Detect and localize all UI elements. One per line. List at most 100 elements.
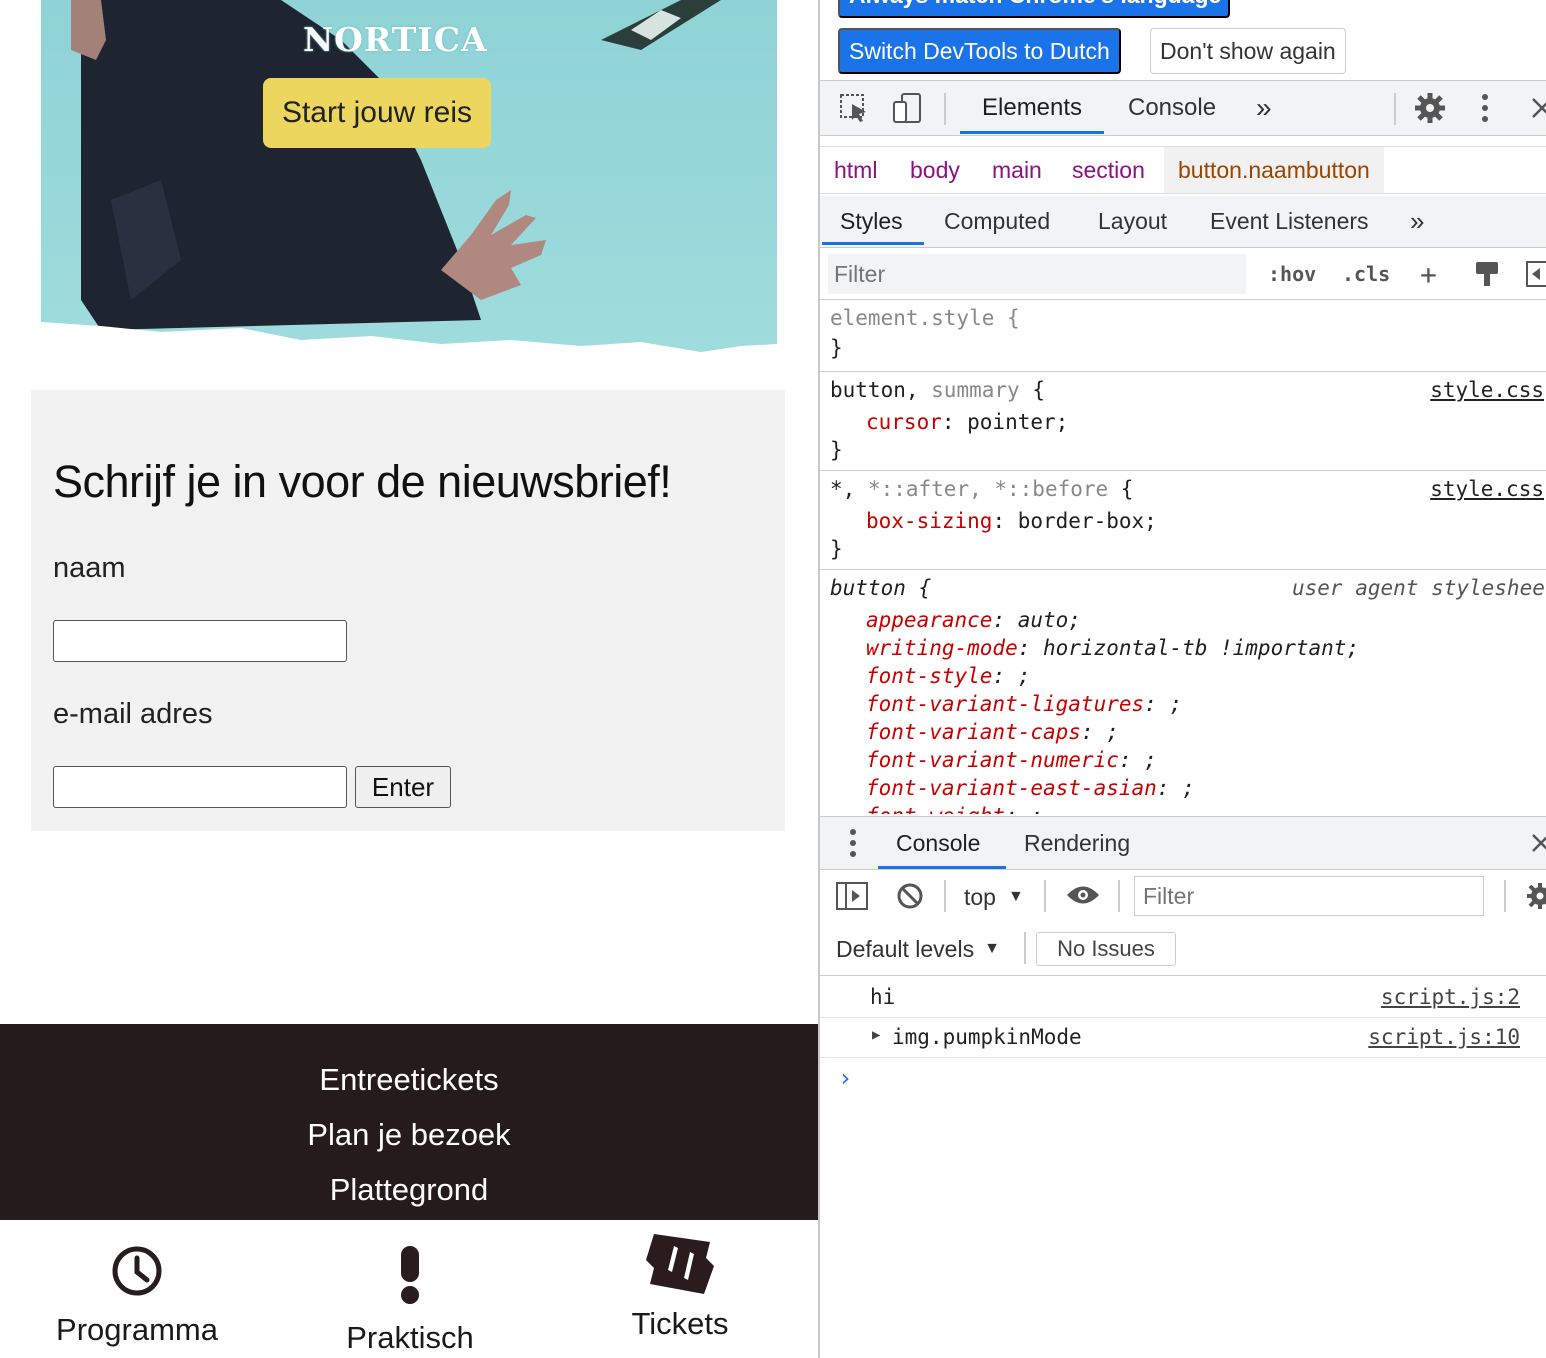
expand-triangle-icon[interactable]: ▶	[872, 1027, 880, 1043]
dont-show-again-button[interactable]: Don't show again	[1150, 28, 1346, 74]
newsletter-section: Schrijf je in voor de nieuwsbrief! naam …	[31, 390, 785, 831]
css-property-value[interactable]: : ;	[1119, 748, 1157, 772]
log-levels-dropdown[interactable]: Default levels ▼	[836, 932, 1000, 966]
class-toggle[interactable]: .cls	[1342, 250, 1390, 298]
tab-event-listeners[interactable]: Event Listeners	[1210, 196, 1369, 246]
switch-to-dutch-button[interactable]: Switch DevTools to Dutch	[838, 28, 1121, 74]
inspect-element-icon[interactable]	[838, 81, 870, 135]
hover-state-toggle[interactable]: :hov	[1268, 250, 1316, 298]
show-sidebar-icon[interactable]	[836, 882, 868, 910]
console-tab-underline	[878, 866, 1006, 869]
tab-praktisch[interactable]: Praktisch	[330, 1244, 490, 1356]
console-source-link[interactable]: script.js:10	[1368, 1025, 1520, 1049]
email-input[interactable]	[53, 766, 347, 808]
css-property-name[interactable]: font-variant-ligatures	[866, 692, 1144, 716]
css-property-value[interactable]: : ;	[1005, 804, 1043, 814]
start-journey-button[interactable]: Start jouw reis	[263, 78, 491, 148]
css-property-value[interactable]: : ;	[1157, 776, 1195, 800]
drawer-tab-console[interactable]: Console	[896, 817, 980, 869]
tab-styles[interactable]: Styles	[840, 196, 903, 246]
css-property-value[interactable]: : auto;	[992, 608, 1081, 632]
console-source-link[interactable]: script.js:2	[1381, 985, 1520, 1009]
tab-tickets-label: Tickets	[631, 1306, 729, 1341]
tab-console[interactable]: Console	[1128, 81, 1216, 135]
device-toolbar-icon[interactable]	[892, 81, 924, 135]
breadcrumb-button-naambutton[interactable]: button.naambutton	[1164, 147, 1384, 193]
drawer-tab-rendering[interactable]: Rendering	[1024, 817, 1130, 869]
rule-close-brace: }	[830, 336, 843, 360]
footer-link-plattegrond[interactable]: Plattegrond	[0, 1172, 818, 1208]
css-property-name[interactable]: appearance	[866, 608, 992, 632]
rule-open-brace: {	[1108, 477, 1134, 501]
clear-console-icon[interactable]	[896, 882, 924, 910]
breadcrumb-main[interactable]: main	[992, 147, 1042, 193]
exclamation-icon	[401, 1246, 419, 1304]
css-property-name[interactable]: writing-mode	[866, 636, 1018, 660]
devtools-main-toolbar: Elements Console »	[820, 80, 1546, 136]
name-input[interactable]	[53, 620, 347, 662]
footer-link-entreetickets[interactable]: Entreetickets	[0, 1062, 818, 1098]
email-label: e-mail adres	[53, 698, 213, 730]
close-devtools-icon[interactable]	[1530, 81, 1546, 135]
context-selector[interactable]: top ▼	[964, 880, 1024, 914]
more-tabs-icon[interactable]: »	[1256, 81, 1272, 135]
tab-computed[interactable]: Computed	[944, 196, 1050, 246]
ua-rule-selector[interactable]: button {	[830, 576, 931, 600]
screen: NORTICA Start jouw reis Schrijf je in vo…	[0, 0, 1546, 1358]
console-filter-input[interactable]	[1134, 876, 1484, 916]
paint-brush-icon[interactable]	[1474, 250, 1500, 298]
rule-selector-secondary[interactable]: *::after, *::before	[868, 477, 1108, 501]
css-property-name[interactable]: font-variant-east-asian	[866, 776, 1157, 800]
breadcrumb-section[interactable]: section	[1072, 147, 1145, 193]
breadcrumb-html[interactable]: html	[834, 147, 877, 193]
css-property-name[interactable]: font-variant-caps	[866, 720, 1081, 744]
css-property-name[interactable]: font-weight	[866, 804, 1005, 814]
css-property-value[interactable]: : pointer;	[942, 410, 1068, 434]
bottom-tab-bar: Programma Praktisch Tickets	[0, 1220, 818, 1358]
log-levels-label: Default levels	[836, 935, 975, 962]
tab-programma[interactable]: Programma	[42, 1244, 232, 1348]
rule-selector[interactable]: *,	[830, 477, 868, 501]
rule-source-link[interactable]: style.css	[1430, 477, 1544, 501]
tab-layout[interactable]: Layout	[1098, 196, 1167, 246]
drawer-menu-icon[interactable]	[848, 817, 858, 869]
rule-open-brace: {	[1019, 378, 1045, 402]
console-prompt[interactable]: ›	[838, 1064, 852, 1092]
tab-elements[interactable]: Elements	[982, 81, 1082, 135]
match-language-button[interactable]: Always match Chrome's language	[838, 0, 1230, 18]
new-style-rule-icon[interactable]: +	[1420, 250, 1437, 298]
styles-tab-underline	[822, 242, 924, 245]
toggle-sidebar-icon[interactable]	[1526, 250, 1546, 298]
settings-gear-icon[interactable]	[1414, 81, 1446, 135]
css-property-value[interactable]: : ;	[1144, 692, 1182, 716]
more-subtabs-icon[interactable]: »	[1410, 196, 1424, 246]
css-property-value[interactable]: : border-box;	[992, 509, 1156, 533]
styles-filter-input[interactable]	[828, 254, 1246, 294]
enter-button[interactable]: Enter	[355, 766, 451, 808]
element-style-selector[interactable]: element.style {	[830, 306, 1020, 330]
rule-source-link[interactable]: style.css	[1430, 378, 1544, 402]
kebab-menu-icon[interactable]	[1480, 81, 1490, 135]
css-property-value[interactable]: : ;	[1081, 720, 1119, 744]
css-property-value[interactable]: : ;	[992, 664, 1030, 688]
breadcrumb-body[interactable]: body	[910, 147, 960, 193]
css-property-value[interactable]: : horizontal-tb !important;	[1018, 636, 1359, 660]
css-property-name[interactable]: font-style	[866, 664, 992, 688]
css-property-name[interactable]: box-sizing	[866, 509, 992, 533]
tab-tickets[interactable]: Tickets	[610, 1232, 750, 1342]
rule-element-style: element.style { }	[820, 302, 1546, 372]
issues-button[interactable]: No Issues	[1036, 932, 1176, 966]
rule-close-brace: }	[830, 438, 843, 462]
rule-selector[interactable]: button,	[830, 378, 931, 402]
console-settings-gear-icon[interactable]	[1526, 882, 1546, 910]
tab-praktisch-label: Praktisch	[346, 1320, 474, 1355]
console-message: hi	[870, 985, 896, 1009]
rule-selector-secondary[interactable]: summary	[931, 378, 1020, 402]
close-drawer-icon[interactable]	[1530, 817, 1546, 869]
footer-link-plan-je-bezoek[interactable]: Plan je bezoek	[0, 1117, 818, 1153]
console-message[interactable]: img.pumpkinMode	[892, 1025, 1082, 1049]
live-expression-eye-icon[interactable]	[1066, 884, 1100, 906]
css-property-name[interactable]: font-variant-numeric	[866, 748, 1119, 772]
console-log-entry: hi script.js:2	[820, 978, 1546, 1018]
css-property-name[interactable]: cursor	[866, 410, 942, 434]
